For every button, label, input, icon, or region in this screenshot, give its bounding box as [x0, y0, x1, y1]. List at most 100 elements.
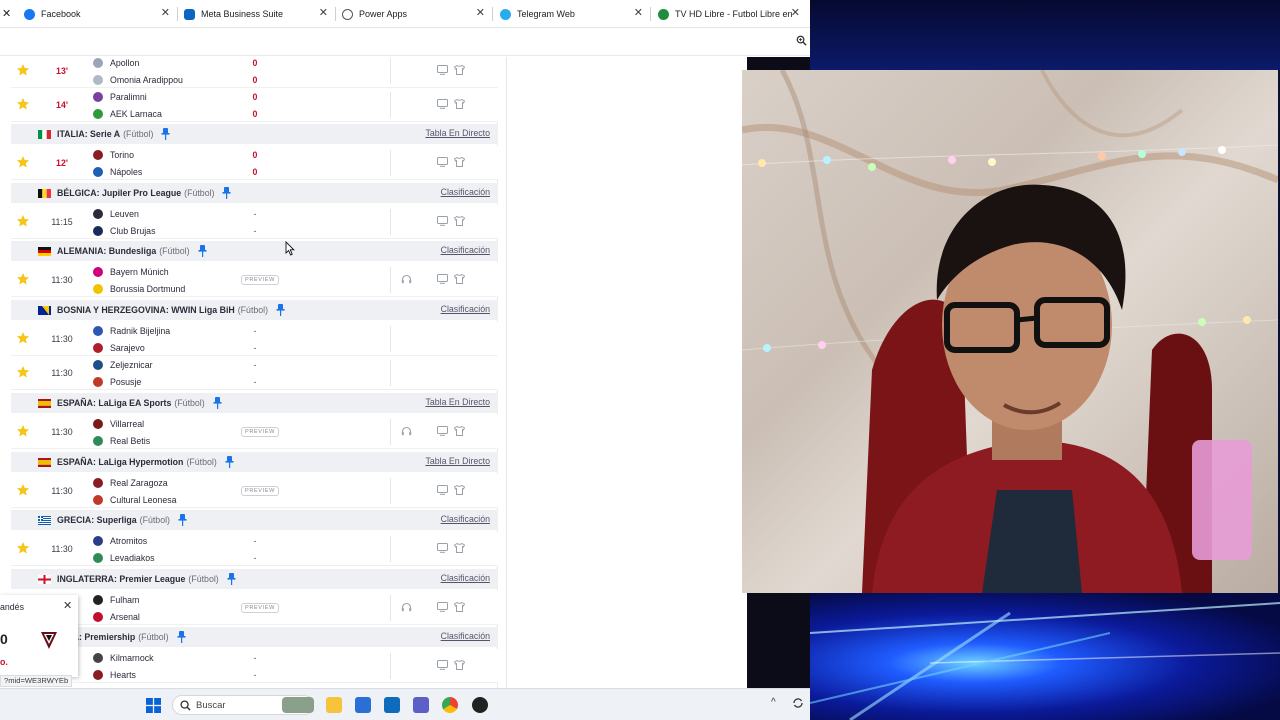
league-name[interactable]: BOSNIA Y HERZEGOVINA: WWIN Liga BiH — [57, 305, 235, 315]
tab-telegram-web[interactable]: Telegram Web ✕ — [500, 0, 651, 28]
tv-icon[interactable] — [437, 543, 448, 553]
home-team[interactable]: Atromitos — [93, 534, 147, 548]
weather-widget-icon[interactable] — [282, 697, 314, 713]
chrome-icon[interactable] — [442, 697, 458, 713]
league-header[interactable]: GRECIA: Superliga (Fútbol) Clasificación — [11, 510, 498, 530]
away-team[interactable]: Sarajevo — [93, 341, 145, 355]
league-header[interactable]: INGLATERRA: Premier League (Fútbol) Clas… — [11, 569, 498, 589]
league-standings-link[interactable]: Clasificación — [441, 304, 490, 314]
match-row[interactable]: 14' Paralimni AEK Larnaca 0 0 — [11, 88, 498, 122]
away-team[interactable]: AEK Larnaca — [93, 107, 162, 121]
league-header[interactable]: ALEMANIA: Bundesliga (Fútbol) Clasificac… — [11, 241, 498, 261]
match-row[interactable]: Fulham Arsenal PREVIEW — [11, 591, 498, 625]
shirt-icon[interactable] — [454, 602, 465, 612]
shirt-icon[interactable] — [454, 485, 465, 495]
league-header[interactable]: ESPAÑA: LaLiga EA Sports (Fútbol) Tabla … — [11, 393, 498, 413]
home-team[interactable]: Kilmarnock — [93, 651, 154, 665]
tv-icon[interactable] — [437, 65, 448, 75]
favorite-star-icon[interactable] — [16, 214, 30, 228]
close-tab-icon[interactable]: ✕ — [2, 7, 11, 20]
tab-power-apps[interactable]: Power Apps ✕ — [342, 0, 493, 28]
away-team[interactable]: Club Brujas — [93, 224, 155, 238]
favorite-star-icon[interactable] — [16, 63, 30, 77]
tab-facebook[interactable]: Facebook ✕ — [24, 0, 178, 28]
home-team[interactable]: Leuven — [93, 207, 139, 221]
league-name[interactable]: BÉLGICA: Jupiler Pro League — [57, 188, 181, 198]
home-team[interactable]: Villarreal — [93, 417, 144, 431]
favorite-star-icon[interactable] — [16, 97, 30, 111]
tv-icon[interactable] — [437, 274, 448, 284]
pin-icon[interactable] — [177, 631, 186, 643]
file-explorer-icon[interactable] — [326, 697, 342, 713]
close-tab-icon[interactable]: ✕ — [476, 7, 485, 19]
tv-icon[interactable] — [437, 216, 448, 226]
home-team[interactable]: Bayern Múnich — [93, 265, 169, 279]
tab-meta-business-suite[interactable]: Meta Business Suite ✕ — [184, 0, 336, 28]
away-team[interactable]: Hearts — [93, 668, 136, 682]
away-team[interactable]: Real Betis — [93, 434, 150, 448]
league-header[interactable]: ITALIA: Serie A (Fútbol) Tabla En Direct… — [11, 124, 498, 144]
obs-icon[interactable] — [472, 697, 488, 713]
away-team[interactable]: Arsenal — [93, 610, 140, 624]
pin-icon[interactable] — [225, 456, 234, 468]
outlook-icon[interactable] — [384, 697, 400, 713]
close-tab-icon[interactable]: ✕ — [634, 7, 643, 19]
match-row[interactable]: 11:30 Real Zaragoza Cultural Leonesa PRE… — [11, 474, 498, 508]
league-name[interactable]: INGLATERRA: Premier League — [57, 574, 185, 584]
shirt-icon[interactable] — [454, 426, 465, 436]
tv-icon[interactable] — [437, 99, 448, 109]
away-team[interactable]: Omonia Aradippou — [93, 73, 183, 87]
headphones-icon[interactable] — [401, 602, 412, 612]
close-tab-icon[interactable]: ✕ — [791, 7, 800, 19]
close-icon[interactable]: ✕ — [63, 599, 72, 612]
match-row[interactable]: 12' Torino Nápoles 0 0 — [11, 146, 498, 180]
favorite-star-icon[interactable] — [16, 155, 30, 169]
home-team[interactable]: Torino — [93, 148, 134, 162]
home-team[interactable]: Radnik Bijeljina — [93, 324, 170, 338]
close-tab-icon[interactable]: ✕ — [161, 7, 170, 19]
league-standings-link[interactable]: Clasificación — [441, 573, 490, 583]
preview-badge[interactable]: PREVIEW — [241, 427, 279, 437]
league-standings-link[interactable]: Clasificación — [441, 631, 490, 641]
league-standings-link[interactable]: Tabla En Directo — [425, 128, 490, 138]
address-bar[interactable] — [0, 28, 810, 56]
chevron-up-icon[interactable]: ^ — [771, 697, 776, 708]
away-team[interactable]: Borussia Dortmund — [93, 282, 185, 296]
pin-icon[interactable] — [222, 187, 231, 199]
pin-icon[interactable] — [178, 514, 187, 526]
league-name[interactable]: ESPAÑA: LaLiga Hypermotion — [57, 457, 183, 467]
league-header[interactable]: ESPAÑA: LaLiga Hypermotion (Fútbol) Tabl… — [11, 452, 498, 472]
favorite-star-icon[interactable] — [16, 483, 30, 497]
close-tab-icon[interactable]: ✕ — [319, 7, 328, 19]
league-header[interactable]: OCIA: Premiership (Fútbol) Clasificación — [11, 627, 498, 647]
league-header[interactable]: BOSNIA Y HERZEGOVINA: WWIN Liga BiH (Fút… — [11, 300, 498, 320]
favorite-star-icon[interactable] — [16, 365, 30, 379]
tab-tv-hd-libre[interactable]: TV HD Libre - Futbol Libre en v ✕ — [658, 0, 808, 28]
pin-icon[interactable] — [213, 397, 222, 409]
favorite-star-icon[interactable] — [16, 272, 30, 286]
match-row[interactable]: 13' Apollon Omonia Aradippou 0 0 — [11, 57, 498, 88]
league-header[interactable]: BÉLGICA: Jupiler Pro League (Fútbol) Cla… — [11, 183, 498, 203]
shirt-icon[interactable] — [454, 660, 465, 670]
favorite-star-icon[interactable] — [16, 541, 30, 555]
match-row[interactable]: 11:15 Leuven Club Brujas - - — [11, 205, 498, 239]
league-standings-link[interactable]: Tabla En Directo — [425, 397, 490, 407]
match-row[interactable]: 11:30 Radnik Bijeljina Sarajevo - - — [11, 322, 498, 356]
league-standings-link[interactable]: Clasificación — [441, 187, 490, 197]
shirt-icon[interactable] — [454, 99, 465, 109]
favorite-star-icon[interactable] — [16, 424, 30, 438]
teams-icon[interactable] — [413, 697, 429, 713]
shirt-icon[interactable] — [454, 65, 465, 75]
tv-icon[interactable] — [437, 660, 448, 670]
league-standings-link[interactable]: Tabla En Directo — [425, 456, 490, 466]
shirt-icon[interactable] — [454, 274, 465, 284]
home-team[interactable]: Apollon — [93, 57, 139, 70]
league-standings-link[interactable]: Clasificación — [441, 514, 490, 524]
league-name[interactable]: ALEMANIA: Bundesliga — [57, 246, 156, 256]
home-team[interactable]: Zeljeznicar — [93, 358, 153, 372]
pin-icon[interactable] — [198, 245, 207, 257]
headphones-icon[interactable] — [401, 426, 412, 436]
sync-icon[interactable] — [792, 697, 804, 709]
away-team[interactable]: Levadiakos — [93, 551, 155, 565]
away-team[interactable]: Cultural Leonesa — [93, 493, 177, 507]
